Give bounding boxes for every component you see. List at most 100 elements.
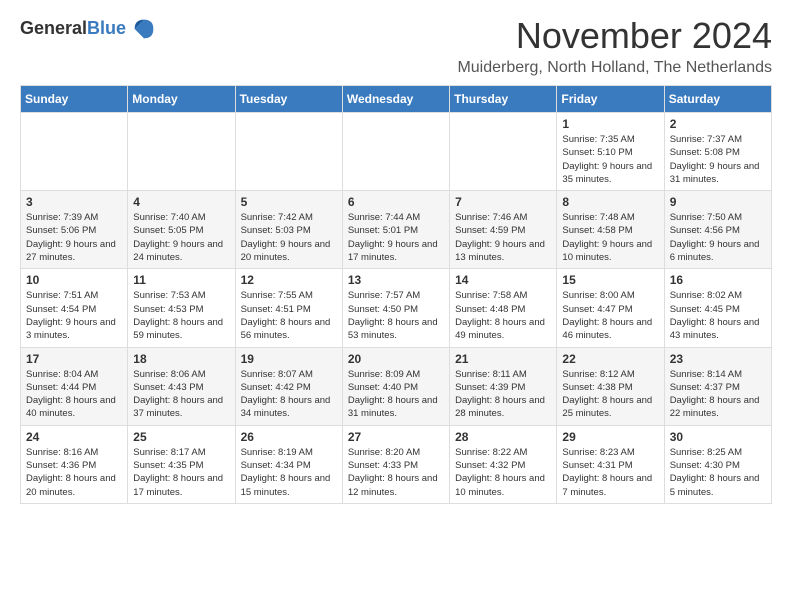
week-row-2: 10 Sunrise: 7:51 AM Sunset: 4:54 PM Dayli… [21, 269, 772, 347]
header-row: Sunday Monday Tuesday Wednesday Thursday… [21, 86, 772, 113]
calendar-cell: 11 Sunrise: 7:53 AM Sunset: 4:53 PM Dayli… [128, 269, 235, 347]
day-number: 1 [562, 117, 658, 131]
day-number: 24 [26, 430, 122, 444]
day-number: 5 [241, 195, 337, 209]
calendar-cell: 14 Sunrise: 7:58 AM Sunset: 4:48 PM Dayli… [450, 269, 557, 347]
calendar-cell: 27 Sunrise: 8:20 AM Sunset: 4:33 PM Dayli… [342, 425, 449, 503]
day-info: Sunrise: 8:00 AM Sunset: 4:47 PM Dayligh… [562, 289, 658, 342]
calendar-cell: 7 Sunrise: 7:46 AM Sunset: 4:59 PM Daylig… [450, 191, 557, 269]
day-info: Sunrise: 7:53 AM Sunset: 4:53 PM Dayligh… [133, 289, 229, 342]
day-number: 2 [670, 117, 766, 131]
calendar-cell: 2 Sunrise: 7:37 AM Sunset: 5:08 PM Daylig… [664, 113, 771, 191]
calendar-cell: 21Sunrise: 8:11 AM Sunset: 4:39 PM Dayli… [450, 347, 557, 425]
calendar-cell: 17 Sunrise: 8:04 AM Sunset: 4:44 PM Dayli… [21, 347, 128, 425]
logo-blue-text: Blue [87, 18, 126, 38]
calendar-cell: 30Sunrise: 8:25 AM Sunset: 4:30 PM Dayli… [664, 425, 771, 503]
calendar-table: Sunday Monday Tuesday Wednesday Thursday… [20, 85, 772, 504]
calendar-cell: 22 Sunrise: 8:12 AM Sunset: 4:38 PM Dayli… [557, 347, 664, 425]
calendar-cell: 20 Sunrise: 8:09 AM Sunset: 4:40 PM Dayli… [342, 347, 449, 425]
day-info: Sunrise: 8:04 AM Sunset: 4:44 PM Dayligh… [26, 368, 122, 421]
day-number: 15 [562, 273, 658, 287]
calendar-cell: 6 Sunrise: 7:44 AM Sunset: 5:01 PM Daylig… [342, 191, 449, 269]
day-number: 4 [133, 195, 229, 209]
day-info: Sunrise: 7:39 AM Sunset: 5:06 PM Dayligh… [26, 211, 122, 264]
day-number: 7 [455, 195, 551, 209]
calendar-cell: 3 Sunrise: 7:39 AM Sunset: 5:06 PM Daylig… [21, 191, 128, 269]
calendar-cell: 15 Sunrise: 8:00 AM Sunset: 4:47 PM Dayli… [557, 269, 664, 347]
day-info: Sunrise: 7:58 AM Sunset: 4:48 PM Dayligh… [455, 289, 551, 342]
day-info: Sunrise: 8:17 AM Sunset: 4:35 PM Dayligh… [133, 446, 229, 499]
calendar-cell: 18 Sunrise: 8:06 AM Sunset: 4:43 PM Dayli… [128, 347, 235, 425]
day-info: Sunrise: 8:23 AM Sunset: 4:31 PM Dayligh… [562, 446, 658, 499]
day-info: Sunrise: 7:44 AM Sunset: 5:01 PM Dayligh… [348, 211, 444, 264]
calendar-cell: 9Sunrise: 7:50 AM Sunset: 4:56 PM Daylig… [664, 191, 771, 269]
day-info: Sunrise: 8:09 AM Sunset: 4:40 PM Dayligh… [348, 368, 444, 421]
logo: GeneralBlue [20, 15, 158, 43]
calendar-cell [342, 113, 449, 191]
col-monday: Monday [128, 86, 235, 113]
day-number: 28 [455, 430, 551, 444]
day-info: Sunrise: 8:06 AM Sunset: 4:43 PM Dayligh… [133, 368, 229, 421]
day-info: Sunrise: 7:35 AM Sunset: 5:10 PM Dayligh… [562, 133, 658, 186]
calendar-cell [235, 113, 342, 191]
day-info: Sunrise: 8:02 AM Sunset: 4:45 PM Dayligh… [670, 289, 766, 342]
week-row-0: 1 Sunrise: 7:35 AM Sunset: 5:10 PM Daylig… [21, 113, 772, 191]
day-info: Sunrise: 8:11 AM Sunset: 4:39 PM Dayligh… [455, 368, 551, 421]
calendar-cell: 13Sunrise: 7:57 AM Sunset: 4:50 PM Dayli… [342, 269, 449, 347]
day-number: 26 [241, 430, 337, 444]
col-saturday: Saturday [664, 86, 771, 113]
calendar-cell [21, 113, 128, 191]
location: Muiderberg, North Holland, The Netherlan… [457, 59, 772, 77]
day-number: 8 [562, 195, 658, 209]
day-number: 18 [133, 352, 229, 366]
day-info: Sunrise: 8:14 AM Sunset: 4:37 PM Dayligh… [670, 368, 766, 421]
day-number: 17 [26, 352, 122, 366]
title-section: November 2024 Muiderberg, North Holland,… [457, 15, 772, 77]
calendar-cell: 10 Sunrise: 7:51 AM Sunset: 4:54 PM Dayli… [21, 269, 128, 347]
header: GeneralBlue November 2024 Muiderberg, No… [20, 15, 772, 77]
day-info: Sunrise: 8:07 AM Sunset: 4:42 PM Dayligh… [241, 368, 337, 421]
day-info: Sunrise: 7:42 AM Sunset: 5:03 PM Dayligh… [241, 211, 337, 264]
day-number: 14 [455, 273, 551, 287]
day-info: Sunrise: 7:37 AM Sunset: 5:08 PM Dayligh… [670, 133, 766, 186]
day-number: 25 [133, 430, 229, 444]
calendar-cell: 26Sunrise: 8:19 AM Sunset: 4:34 PM Dayli… [235, 425, 342, 503]
calendar-cell: 23Sunrise: 8:14 AM Sunset: 4:37 PM Dayli… [664, 347, 771, 425]
day-number: 11 [133, 273, 229, 287]
col-friday: Friday [557, 86, 664, 113]
day-info: Sunrise: 7:40 AM Sunset: 5:05 PM Dayligh… [133, 211, 229, 264]
page: GeneralBlue November 2024 Muiderberg, No… [0, 0, 792, 519]
day-info: Sunrise: 8:16 AM Sunset: 4:36 PM Dayligh… [26, 446, 122, 499]
day-number: 29 [562, 430, 658, 444]
day-number: 27 [348, 430, 444, 444]
week-row-4: 24 Sunrise: 8:16 AM Sunset: 4:36 PM Dayli… [21, 425, 772, 503]
day-info: Sunrise: 7:48 AM Sunset: 4:58 PM Dayligh… [562, 211, 658, 264]
calendar-cell: 29 Sunrise: 8:23 AM Sunset: 4:31 PM Dayli… [557, 425, 664, 503]
day-info: Sunrise: 7:46 AM Sunset: 4:59 PM Dayligh… [455, 211, 551, 264]
week-row-1: 3 Sunrise: 7:39 AM Sunset: 5:06 PM Daylig… [21, 191, 772, 269]
calendar-cell: 12Sunrise: 7:55 AM Sunset: 4:51 PM Dayli… [235, 269, 342, 347]
day-number: 6 [348, 195, 444, 209]
day-number: 3 [26, 195, 122, 209]
calendar-cell: 28 Sunrise: 8:22 AM Sunset: 4:32 PM Dayli… [450, 425, 557, 503]
day-number: 10 [26, 273, 122, 287]
day-number: 20 [348, 352, 444, 366]
week-row-3: 17 Sunrise: 8:04 AM Sunset: 4:44 PM Dayli… [21, 347, 772, 425]
calendar-cell: 1 Sunrise: 7:35 AM Sunset: 5:10 PM Daylig… [557, 113, 664, 191]
day-info: Sunrise: 8:20 AM Sunset: 4:33 PM Dayligh… [348, 446, 444, 499]
day-number: 22 [562, 352, 658, 366]
calendar-cell: 19Sunrise: 8:07 AM Sunset: 4:42 PM Dayli… [235, 347, 342, 425]
day-number: 13 [348, 273, 444, 287]
day-number: 16 [670, 273, 766, 287]
day-info: Sunrise: 8:12 AM Sunset: 4:38 PM Dayligh… [562, 368, 658, 421]
logo-general-text: General [20, 18, 87, 38]
logo-general: GeneralBlue [20, 19, 126, 39]
col-sunday: Sunday [21, 86, 128, 113]
day-info: Sunrise: 8:22 AM Sunset: 4:32 PM Dayligh… [455, 446, 551, 499]
day-number: 12 [241, 273, 337, 287]
calendar-cell: 5 Sunrise: 7:42 AM Sunset: 5:03 PM Daylig… [235, 191, 342, 269]
calendar-cell: 4 Sunrise: 7:40 AM Sunset: 5:05 PM Daylig… [128, 191, 235, 269]
day-info: Sunrise: 8:25 AM Sunset: 4:30 PM Dayligh… [670, 446, 766, 499]
day-info: Sunrise: 7:51 AM Sunset: 4:54 PM Dayligh… [26, 289, 122, 342]
calendar-cell [450, 113, 557, 191]
